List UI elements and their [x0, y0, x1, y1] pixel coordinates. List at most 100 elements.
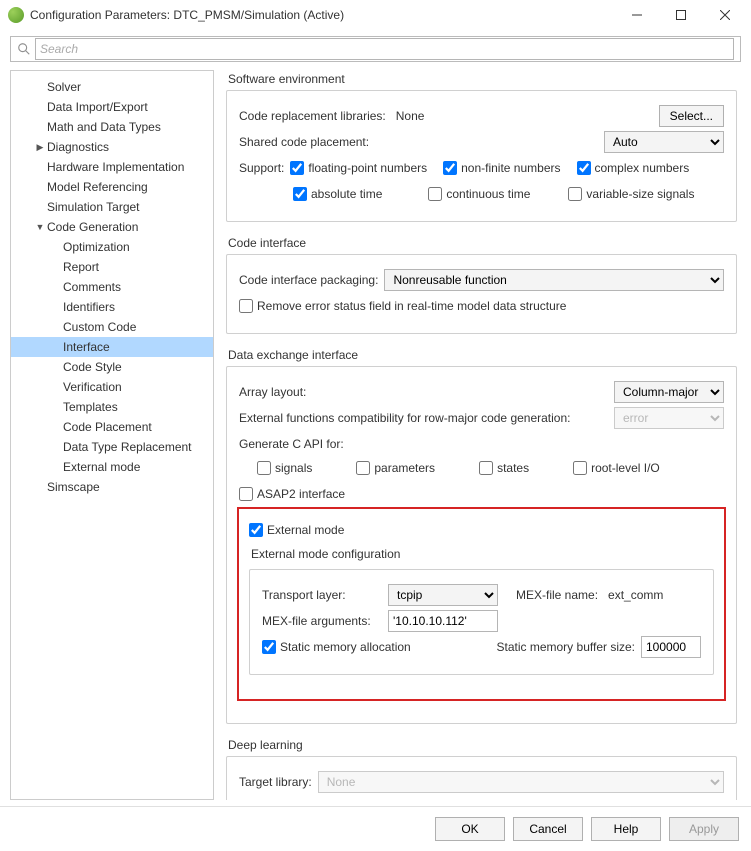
mex-args-input[interactable]	[388, 610, 498, 632]
support-nf[interactable]: non-finite numbers	[443, 161, 560, 175]
body: Solver Data Import/Export Math and Data Ty…	[0, 66, 751, 806]
support-ct[interactable]: continuous time	[428, 187, 530, 201]
tree-item[interactable]: Hardware Implementation	[11, 157, 213, 177]
tree-item[interactable]: Code Placement	[11, 417, 213, 437]
tree-item-label: Verification	[63, 380, 207, 394]
tree-item-label: Math and Data Types	[47, 120, 207, 134]
section-data-exchange: Data exchange interface	[228, 348, 737, 362]
target-library-select: None	[318, 771, 724, 793]
ok-button[interactable]: OK	[435, 817, 505, 841]
tree-item-label: Diagnostics	[47, 140, 207, 154]
capi-params[interactable]: parameters	[356, 461, 435, 475]
tree-item[interactable]: Data Type Replacement	[11, 437, 213, 457]
tree-item[interactable]: Templates	[11, 397, 213, 417]
mex-name-label: MEX-file name:	[516, 588, 598, 602]
tree-item-label: Report	[63, 260, 207, 274]
footer: OK Cancel Help Apply	[0, 806, 751, 851]
bufsize-label: Static memory buffer size:	[497, 640, 636, 654]
minimize-button[interactable]	[615, 1, 659, 29]
close-button[interactable]	[703, 1, 747, 29]
capi-signals[interactable]: signals	[257, 461, 312, 475]
tree-item[interactable]: Math and Data Types	[11, 117, 213, 137]
search-box[interactable]	[10, 36, 741, 62]
group-external-mode: Transport layer: tcpip MEX-file name: ex…	[249, 569, 714, 675]
tree-item[interactable]: Model Referencing	[11, 177, 213, 197]
tree-item[interactable]: Custom Code	[11, 317, 213, 337]
tree-item-label: Data Import/Export	[47, 100, 207, 114]
chevron-down-icon[interactable]: ▼	[33, 222, 47, 232]
bufsize-input[interactable]	[641, 636, 701, 658]
navigation-tree[interactable]: Solver Data Import/Export Math and Data Ty…	[10, 70, 214, 800]
array-layout-select[interactable]: Column-major	[614, 381, 724, 403]
tree-item[interactable]: Simulation Target	[11, 197, 213, 217]
mex-name-value: ext_comm	[608, 588, 663, 602]
select-crl-button[interactable]: Select...	[659, 105, 724, 127]
window-title: Configuration Parameters: DTC_PMSM/Simul…	[30, 8, 615, 22]
group-data-exchange: Array layout: Column-major External func…	[226, 366, 737, 724]
tree-item-label: Comments	[63, 280, 207, 294]
capi-states[interactable]: states	[479, 461, 529, 475]
tree-item-label: External mode	[63, 460, 207, 474]
support-label: Support:	[239, 161, 284, 175]
cancel-button[interactable]: Cancel	[513, 817, 583, 841]
pkg-select[interactable]: Nonreusable function	[384, 269, 724, 291]
support-at[interactable]: absolute time	[293, 187, 382, 201]
capi-root[interactable]: root-level I/O	[573, 461, 660, 475]
maximize-button[interactable]	[659, 1, 703, 29]
tree-item[interactable]: ▼Code Generation	[11, 217, 213, 237]
tree-item-label: Hardware Implementation	[47, 160, 207, 174]
search-input[interactable]	[35, 38, 734, 60]
static-mem-checkbox[interactable]: Static memory allocation	[262, 640, 411, 654]
external-mode-highlight: External mode External mode configuratio…	[237, 507, 726, 701]
crl-value: None	[396, 109, 425, 123]
extfunc-label: External functions compatibility for row…	[239, 411, 571, 425]
tree-item-label: Simulation Target	[47, 200, 207, 214]
section-deep-learning: Deep learning	[228, 738, 737, 752]
transport-layer-label: Transport layer:	[262, 588, 382, 602]
support-fp[interactable]: floating-point numbers	[290, 161, 427, 175]
tree-item[interactable]: Simscape	[11, 477, 213, 497]
title-bar: Configuration Parameters: DTC_PMSM/Simul…	[0, 0, 751, 30]
section-software-environment: Software environment	[228, 72, 737, 86]
remove-err-checkbox[interactable]: Remove error status field in real-time m…	[239, 299, 566, 313]
extmode-cfg-label: External mode configuration	[251, 547, 714, 561]
tree-item-label: Model Referencing	[47, 180, 207, 194]
tree-item[interactable]: Data Import/Export	[11, 97, 213, 117]
scp-label: Shared code placement:	[239, 135, 369, 149]
tree-item[interactable]: ▶Diagnostics	[11, 137, 213, 157]
tree-item[interactable]: Comments	[11, 277, 213, 297]
content-pane: Software environment Code replacement li…	[222, 70, 741, 800]
tree-item-label: Simscape	[47, 480, 207, 494]
tree-item[interactable]: Optimization	[11, 237, 213, 257]
tree-item[interactable]: Code Style	[11, 357, 213, 377]
tree-item-label: Interface	[63, 340, 207, 354]
tree-item[interactable]: Identifiers	[11, 297, 213, 317]
tree-item-label: Custom Code	[63, 320, 207, 334]
tree-item-label: Code Style	[63, 360, 207, 374]
group-software-environment: Code replacement libraries: None Select.…	[226, 90, 737, 222]
tree-item-label: Identifiers	[63, 300, 207, 314]
chevron-right-icon[interactable]: ▶	[33, 142, 47, 153]
tree-item[interactable]: Interface	[11, 337, 213, 357]
asap2-checkbox[interactable]: ASAP2 interface	[239, 487, 345, 501]
tree-item[interactable]: External mode	[11, 457, 213, 477]
tree-item-label: Code Generation	[47, 220, 207, 234]
tree-item[interactable]: Report	[11, 257, 213, 277]
capi-label: Generate C API for:	[239, 437, 344, 451]
external-mode-checkbox[interactable]: External mode	[249, 523, 344, 537]
tree-item[interactable]: Solver	[11, 77, 213, 97]
apply-button: Apply	[669, 817, 739, 841]
scp-select[interactable]: Auto	[604, 131, 724, 153]
support-vs[interactable]: variable-size signals	[568, 187, 694, 201]
support-cx[interactable]: complex numbers	[577, 161, 690, 175]
extfunc-select: error	[614, 407, 724, 429]
tree-item[interactable]: Verification	[11, 377, 213, 397]
transport-layer-select[interactable]: tcpip	[388, 584, 498, 606]
target-library-label: Target library:	[239, 775, 312, 789]
help-button[interactable]: Help	[591, 817, 661, 841]
search-row	[0, 30, 751, 66]
array-layout-label: Array layout:	[239, 385, 306, 399]
group-code-interface: Code interface packaging: Nonreusable fu…	[226, 254, 737, 334]
tree-item-label: Templates	[63, 400, 207, 414]
app-icon	[8, 7, 24, 23]
